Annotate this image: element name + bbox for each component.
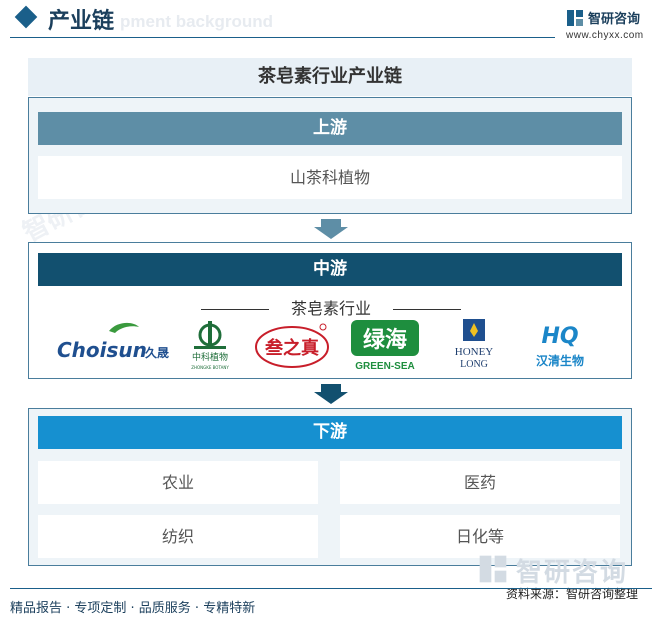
sanzhizhen-text: 叁之真 <box>264 337 319 359</box>
zhongke-sub: ZHONGKE BOTANY <box>191 365 229 370</box>
industry-dash-right <box>393 309 461 310</box>
watermark-logo-icon <box>479 555 507 583</box>
hq-text: HQ <box>541 324 578 349</box>
choisun-logo: Choisun 久晟 <box>53 317 169 373</box>
green-sea-sub: GREEN-SEA <box>355 361 414 372</box>
upstream-band: 上游 <box>38 112 622 145</box>
downstream-item: 纺织 <box>38 515 318 558</box>
upstream-item: 山茶科植物 <box>38 156 622 199</box>
downstream-item: 医药 <box>340 461 620 504</box>
industry-dash-left <box>200 309 269 310</box>
brand-logo-icon <box>567 10 583 26</box>
page-title: 产业链 <box>48 9 115 34</box>
industry-label: 茶皂素行业 <box>290 299 371 318</box>
midstream-industry: 茶皂素行业 <box>29 295 633 319</box>
brand-name: 智研咨询 <box>588 12 641 27</box>
downstream-section: 下游 农业 医药 纺织 日化等 <box>28 408 632 566</box>
downstream-item: 农业 <box>38 461 318 504</box>
zhongke-botany-logo: 中科植物 ZHONGKE BOTANY <box>179 317 241 373</box>
zhongke-text: 中科植物 <box>192 351 228 363</box>
honey-text: HONEY <box>455 346 494 358</box>
header-divider <box>10 37 555 38</box>
footer-watermark: 智研咨询 <box>478 552 658 588</box>
diagram-title: 茶皂素行业产业链 <box>28 58 632 96</box>
midstream-band: 中游 <box>38 253 622 286</box>
page-header: pment background 产业链 <box>0 0 662 44</box>
sanzhizhen-logo: 叁之真 <box>251 317 333 373</box>
downstream-band: 下游 <box>38 416 622 449</box>
midstream-section: 中游 茶皂素行业 Choisun 久晟 中科植物 ZHONGKE BOTANY … <box>28 242 632 379</box>
diamond-icon <box>14 5 38 29</box>
header-ghost-text: pment background <box>120 12 274 31</box>
green-sea-text: 绿海 <box>363 327 407 353</box>
footer-tagline: 精品报告 · 专项定制 · 品质服务 · 专精特新 <box>10 601 256 616</box>
hanqing-logo: HQ 汉清生物 <box>525 317 595 373</box>
upstream-section: 上游 山茶科植物 <box>28 97 632 214</box>
watermark-text: 智研咨询 <box>516 558 629 588</box>
choisun-sub: 久晟 <box>145 345 169 360</box>
green-sea-logo: 绿海 GREEN-SEA <box>347 317 423 373</box>
choisun-text: Choisun <box>57 338 147 362</box>
long-text: LONG <box>460 359 488 370</box>
footer-divider <box>10 588 652 589</box>
down-arrow-icon <box>314 384 348 404</box>
honey-long-logo: HONEY LONG <box>441 317 507 373</box>
hanqing-sub: 汉清生物 <box>536 353 584 368</box>
brand-url[interactable]: www.chyxx.com <box>566 30 644 41</box>
down-arrow-icon <box>314 219 348 239</box>
